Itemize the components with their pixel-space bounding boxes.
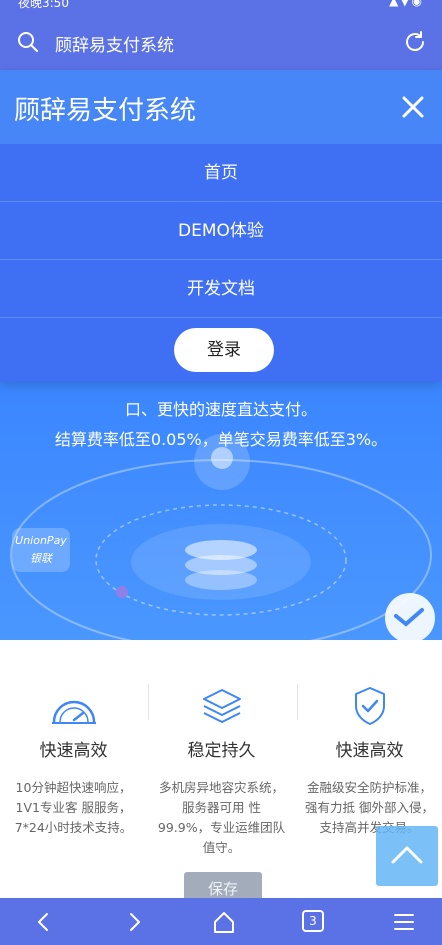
- menu-header: 顾辞易支付系统: [0, 70, 442, 144]
- feature-title: 快速高效: [335, 741, 404, 761]
- search-icon[interactable]: [16, 30, 40, 54]
- layers-icon: [202, 689, 241, 723]
- feature-stable: 稳定持久 多机房异地容灾系统，服务器可用 性99.9%，专业运维团队值守。: [148, 640, 295, 898]
- hero-text-line1: 口、更快的速度直达支付。: [124, 400, 317, 419]
- shield-check-icon: [354, 687, 385, 725]
- feature-desc: 多机房异地容灾系统，服务器可用 性99.9%，专业运维团队值守。: [157, 780, 286, 855]
- status-bar: 夜晚3:50 ▲▼◉: [0, 0, 442, 14]
- unionpay-logo: UnionPay 银联: [12, 528, 70, 572]
- unionpay-cn-label: 银联: [30, 552, 52, 565]
- home-icon[interactable]: [210, 908, 238, 936]
- back-to-top-button[interactable]: [376, 826, 438, 886]
- login-button[interactable]: 登录: [174, 328, 274, 372]
- feature-fast: 快速高效 10分钟超快速响应，1V1专业客 服服务，7*24小时技术支持。: [0, 640, 147, 898]
- unionpay-label: UnionPay: [15, 534, 67, 547]
- feature-title: 快速高效: [39, 741, 108, 761]
- menu-item-home[interactable]: 首页: [0, 144, 442, 202]
- address-url-text[interactable]: 顾辞易支付系统: [55, 31, 174, 56]
- chevron-up-icon: [391, 846, 423, 864]
- site-title[interactable]: 顾辞易支付系统: [14, 90, 196, 127]
- menu-item-demo[interactable]: DEMO体验: [0, 202, 442, 260]
- nav-menu-overlay: 顾辞易支付系统 首页 DEMO体验 开发文档 登录: [0, 70, 442, 382]
- tabs-button[interactable]: 3: [300, 908, 328, 936]
- close-icon[interactable]: [398, 92, 428, 122]
- browser-bottom-nav: 3: [0, 898, 442, 945]
- browser-address-bar[interactable]: 顾辞易支付系统: [0, 14, 442, 70]
- feature-title: 稳定持久: [187, 741, 256, 761]
- menu-item-docs[interactable]: 开发文档: [0, 260, 442, 318]
- tab-count-badge: 3: [302, 910, 324, 932]
- forward-icon[interactable]: [120, 908, 148, 936]
- back-icon[interactable]: [30, 908, 58, 936]
- status-time: 夜晚3:50: [18, 0, 69, 10]
- speedometer-icon: [51, 700, 96, 724]
- feature-desc: 10分钟超快速响应，1V1专业客 服服务，7*24小时技术支持。: [14, 780, 133, 835]
- reload-icon[interactable]: [402, 29, 428, 55]
- menu-icon[interactable]: [390, 908, 418, 936]
- system-status-icons: ▲▼◉: [389, 0, 424, 8]
